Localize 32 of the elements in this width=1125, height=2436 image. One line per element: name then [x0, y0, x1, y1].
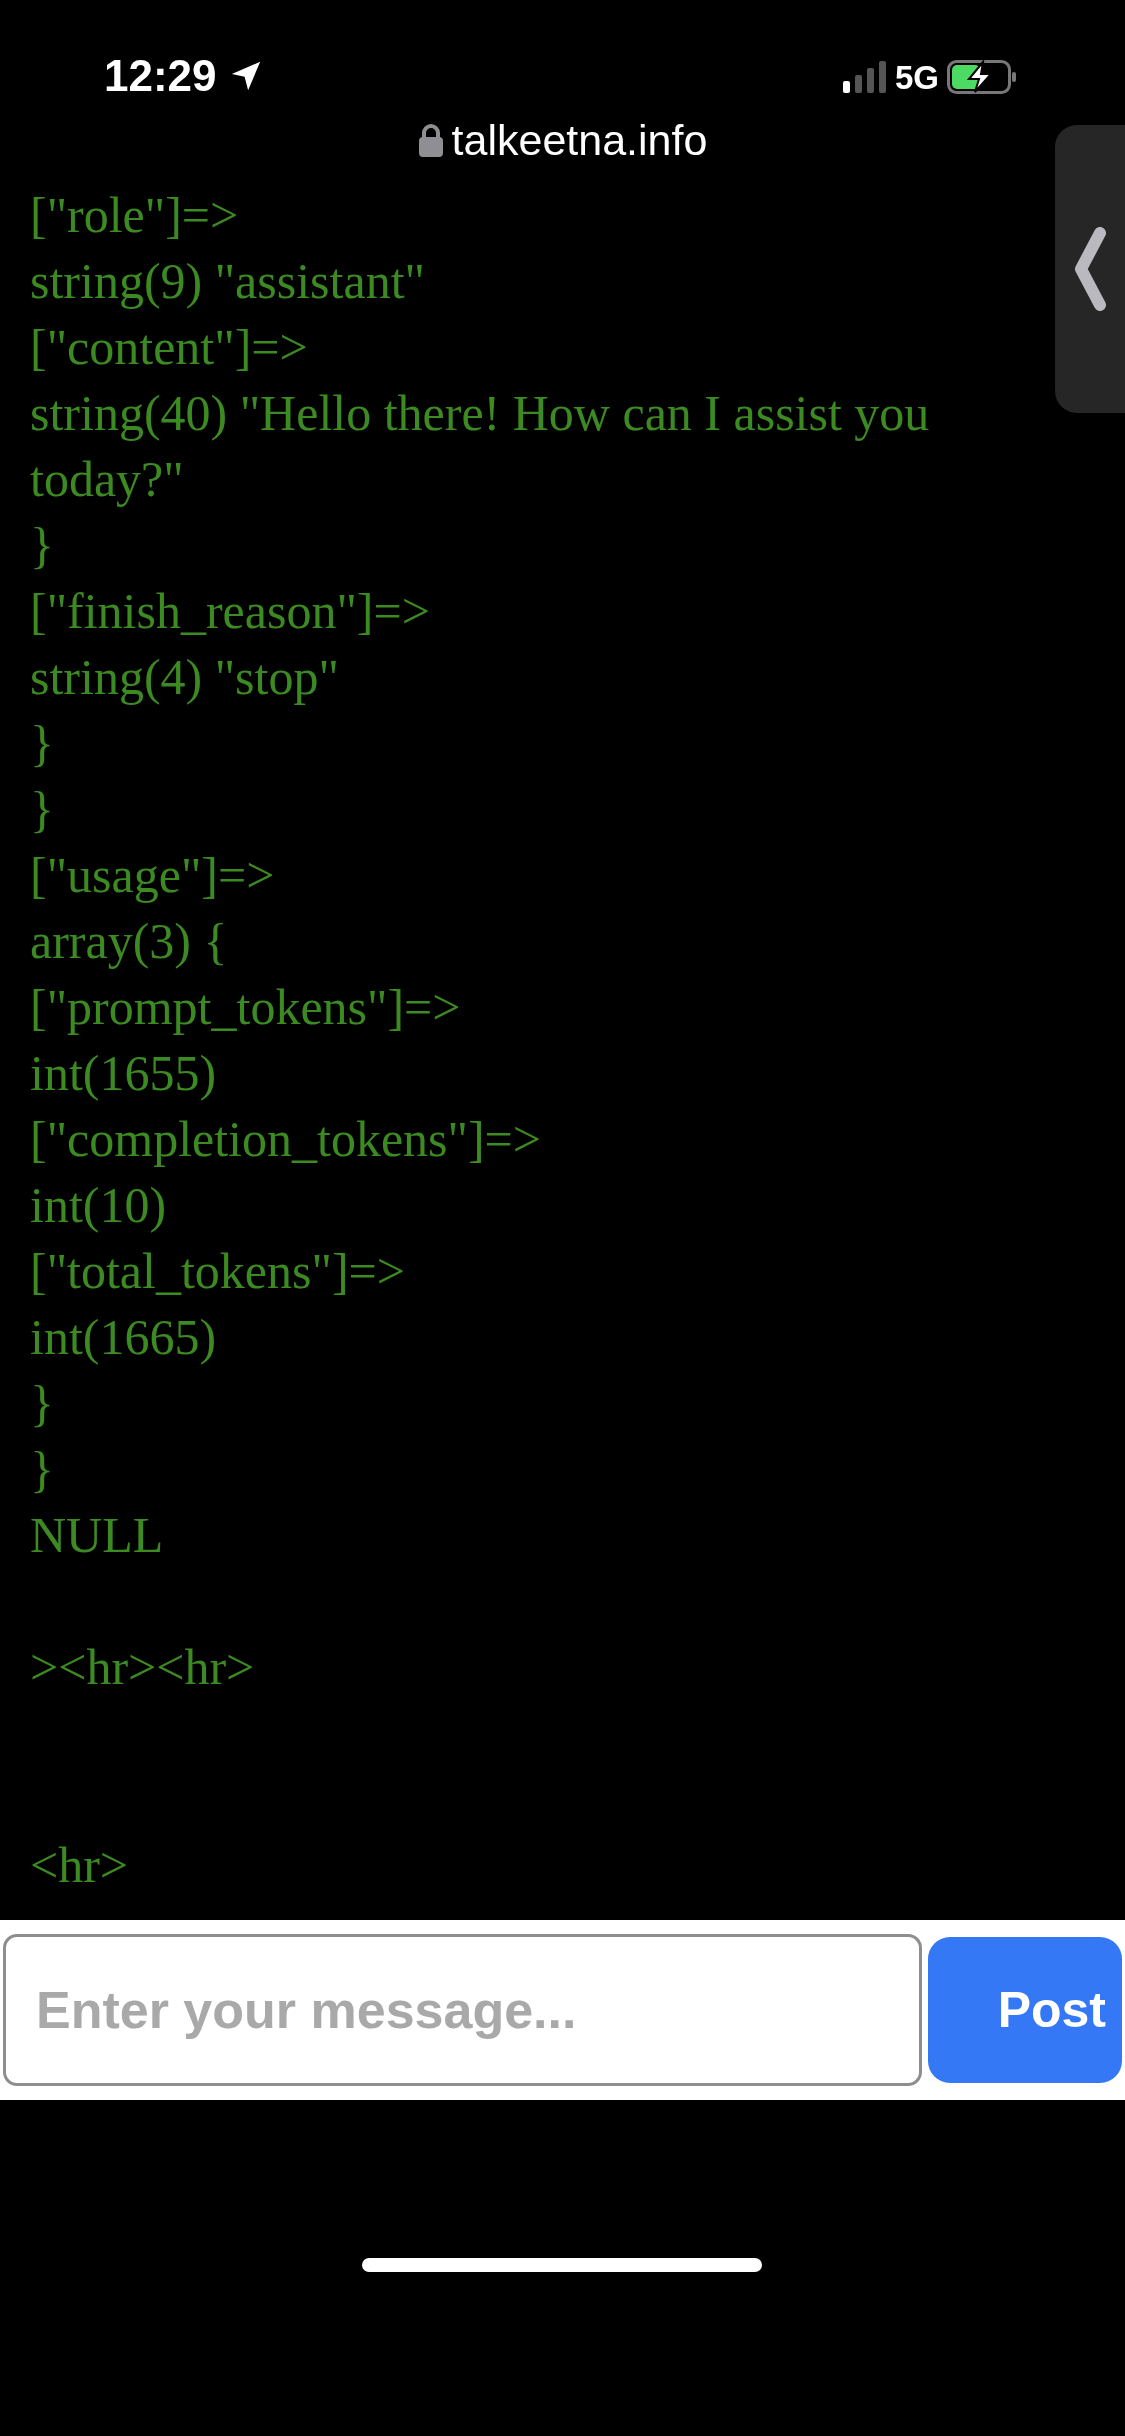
output-line: } — [30, 1440, 54, 1499]
signal-icon — [842, 61, 887, 93]
output-line: NULL — [30, 1506, 164, 1565]
output-line: ["total_tokens"]=> — [30, 1242, 405, 1301]
output-line: string(4) "stop" — [30, 648, 339, 707]
output-line: array(3) { — [30, 912, 228, 971]
output-line: } — [30, 516, 54, 575]
address-url[interactable]: talkeetna.info — [451, 118, 708, 162]
output-line: int(1665) — [30, 1308, 217, 1367]
output-line: ["usage"]=> — [30, 846, 275, 905]
output-line: ["finish_reason"]=> — [30, 582, 430, 641]
output-line: string(9) "assistant" — [30, 252, 425, 311]
output-line: ["completion_tokens"]=> — [30, 1110, 541, 1169]
output-line: string(40) "Hello there! How can I assist you today?" — [30, 384, 931, 509]
message-input[interactable]: Enter your message... — [3, 1934, 922, 2086]
output-line: } — [30, 714, 54, 773]
output-line: ><hr><hr> — [30, 1638, 255, 1697]
output-line: } — [30, 1374, 54, 1433]
status-time: 12:29 — [104, 54, 217, 98]
output-line: ["content"]=> — [30, 318, 308, 377]
chevron-left-icon[interactable] — [1074, 227, 1106, 311]
output-line: } — [30, 780, 54, 839]
post-button[interactable]: Post — [928, 1937, 1122, 2083]
lock-icon — [417, 123, 444, 157]
side-panel-tab[interactable] — [1055, 125, 1125, 413]
output-line: int(10) — [30, 1176, 167, 1235]
battery-charging-icon — [947, 60, 1017, 94]
output-line: <hr> — [30, 1836, 129, 1895]
output-line: ["role"]=> — [30, 186, 239, 245]
network-type: 5G — [894, 60, 939, 94]
output-line: ["prompt_tokens"]=> — [30, 978, 461, 1037]
output-line: int(1655) — [30, 1044, 217, 1103]
